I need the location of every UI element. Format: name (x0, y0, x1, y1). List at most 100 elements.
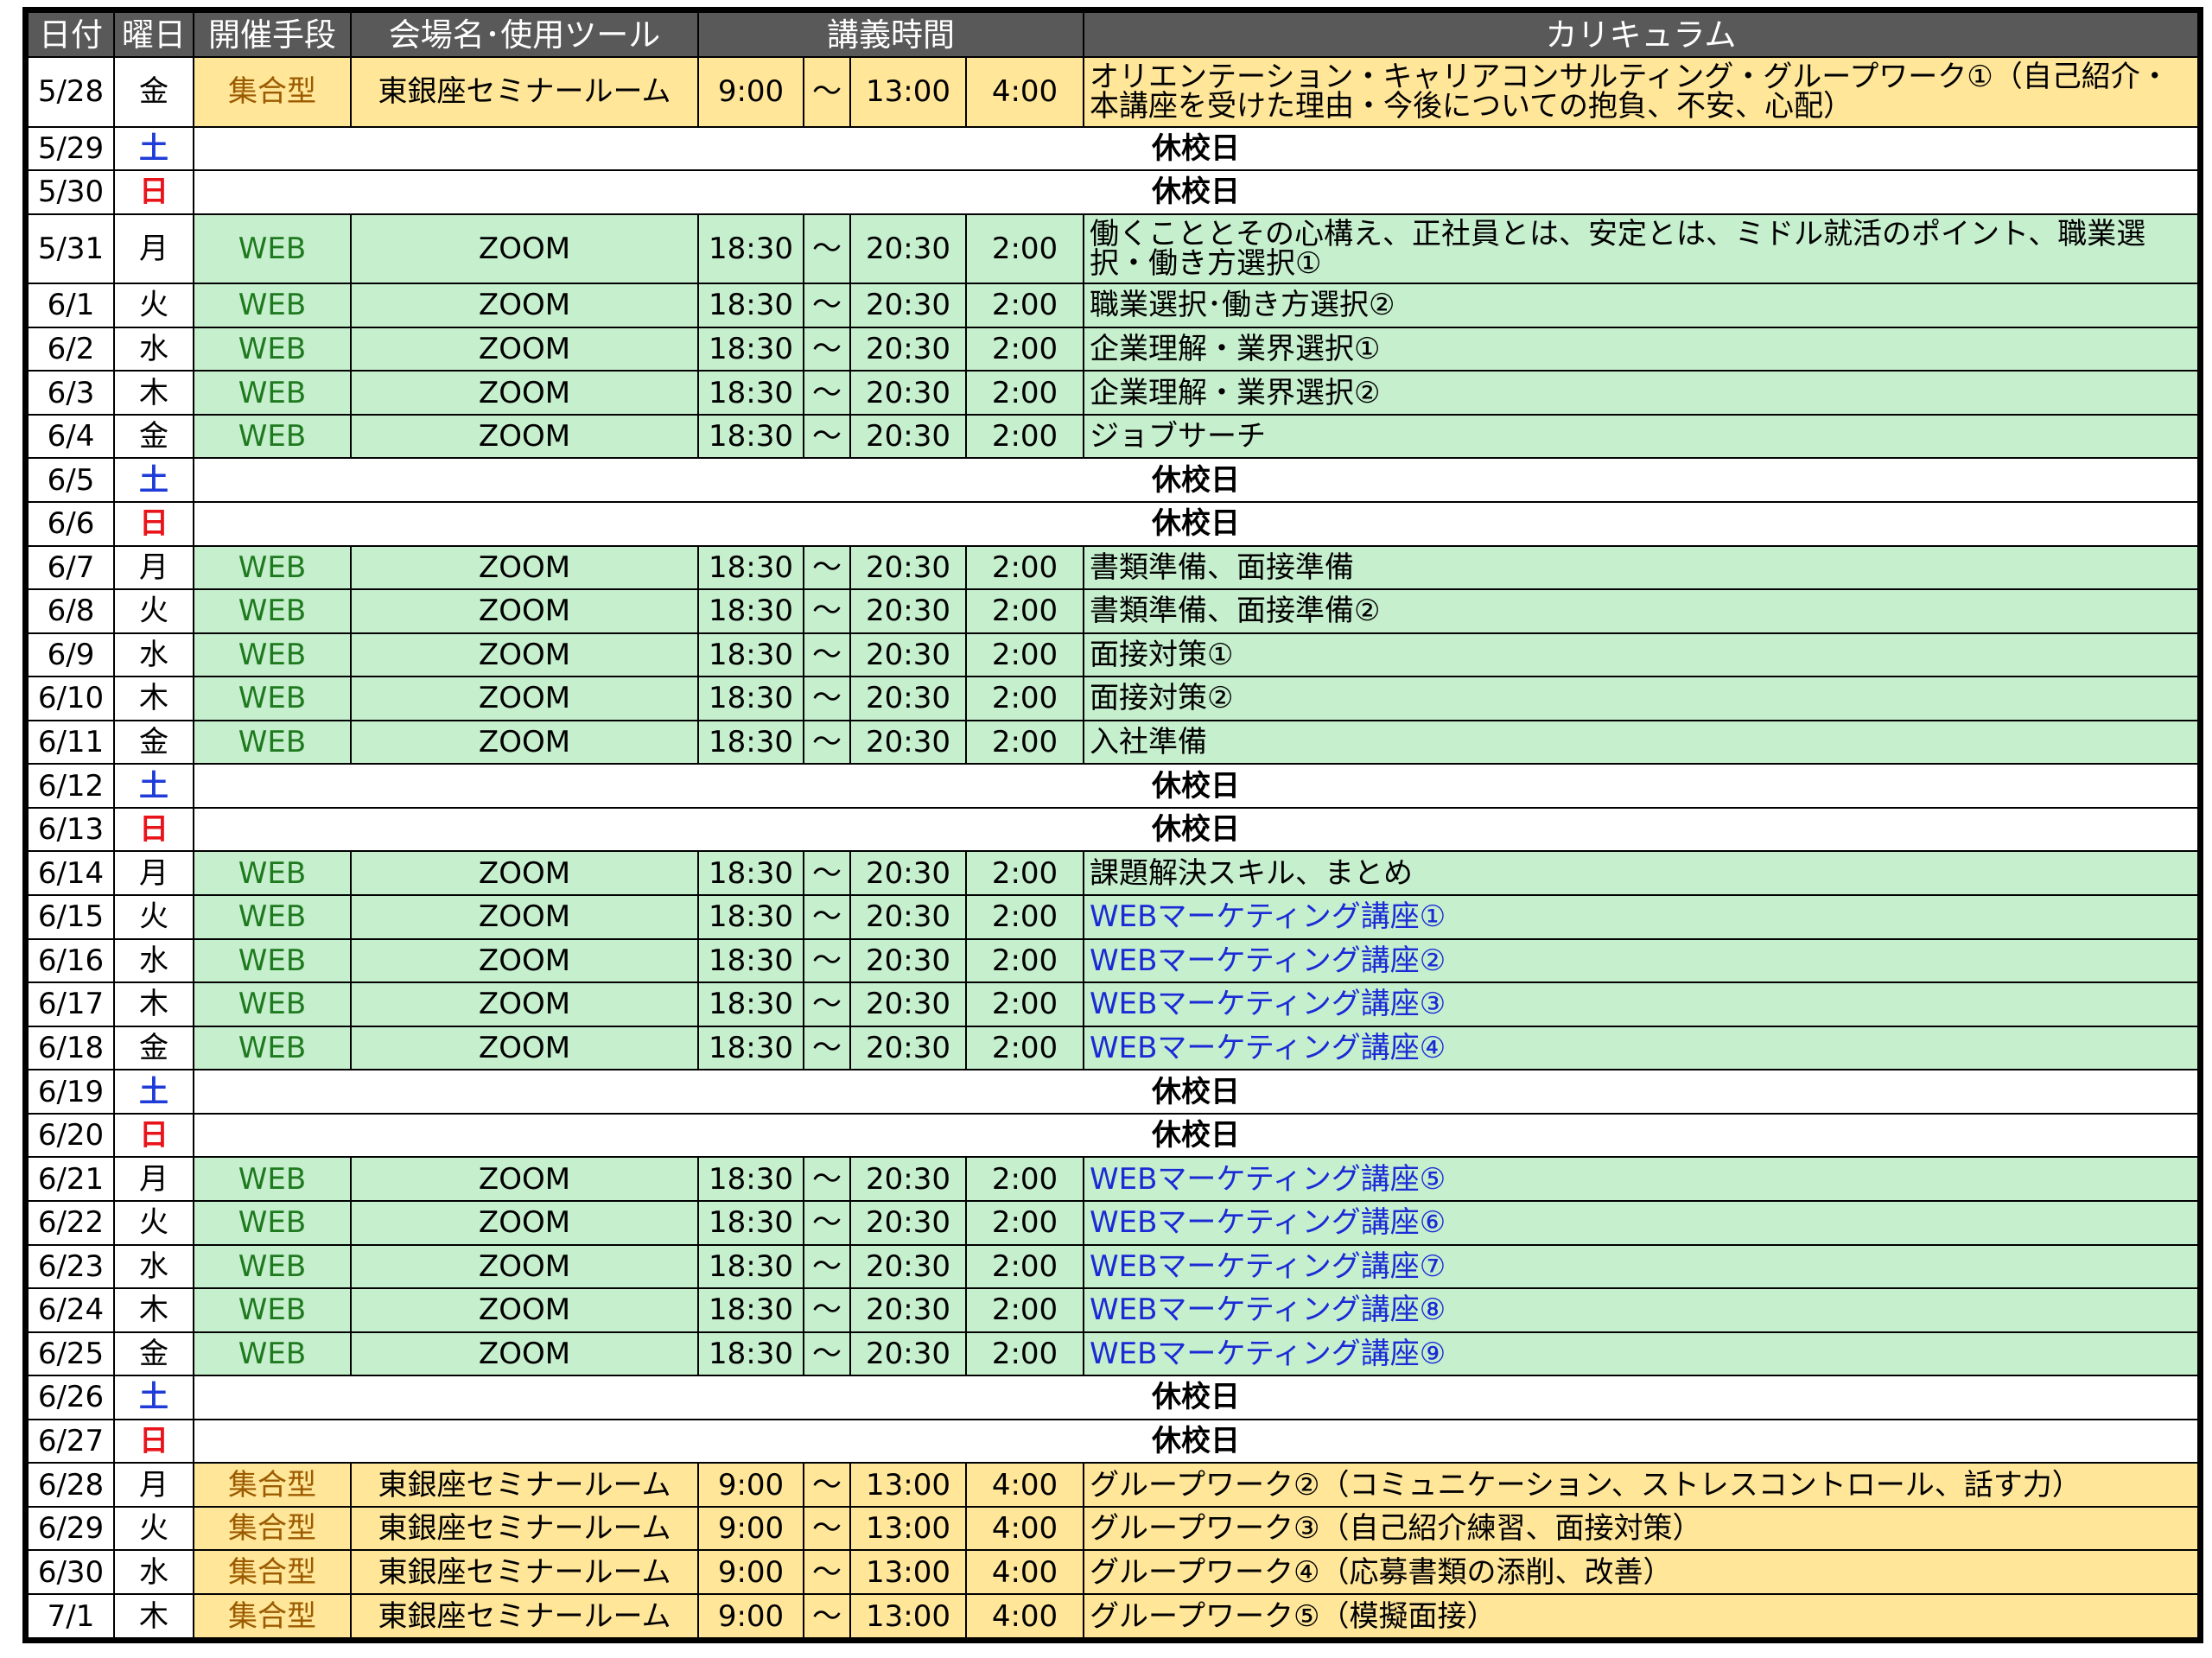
method-cell: WEB (193, 1156, 352, 1202)
header-time: 講義時間 (697, 11, 1084, 58)
start-time-cell: 18:30 (697, 283, 804, 328)
table-row: 6/14 月 WEB ZOOM 18:30 ～ 20:30 2:00 課題解決スキル、まとめ (27, 850, 2199, 896)
method-cell: WEB (193, 370, 352, 416)
start-time-cell: 18:30 (697, 894, 804, 940)
duration-cell: 2:00 (965, 544, 1084, 591)
date-cell: 6/6 (27, 500, 115, 547)
date-cell: 5/31 (27, 213, 115, 285)
start-time-cell: 9:00 (697, 1462, 804, 1508)
method-cell: WEB (193, 850, 352, 896)
date-cell: 6/25 (27, 1331, 115, 1377)
date-cell: 6/27 (27, 1418, 115, 1464)
venue-cell: 東銀座セミナールーム (350, 1593, 699, 1639)
table-row: 6/10 木 WEB ZOOM 18:30 ～ 20:30 2:00 面接対策② (27, 676, 2199, 721)
day-cell: 月 (113, 850, 194, 896)
day-cell: 火 (113, 283, 194, 328)
method-cell: WEB (193, 1025, 352, 1071)
curriculum-cell: 課題解決スキル、まとめ (1083, 850, 2199, 896)
method-cell: WEB (193, 1199, 352, 1246)
table-row: 5/31 月 WEB ZOOM 18:30 ～ 20:30 2:00 働くこととその心構え、正社… (27, 213, 2199, 285)
end-time-cell: 20:30 (849, 544, 967, 591)
end-time-cell: 13:00 (849, 1505, 967, 1552)
start-time-cell: 18:30 (697, 213, 804, 285)
duration-cell: 2:00 (965, 676, 1084, 721)
start-time-cell: 18:30 (697, 1287, 804, 1333)
header-date: 日付 (27, 11, 115, 58)
method-cell: WEB (193, 1287, 352, 1333)
end-time-cell: 20:30 (849, 1287, 967, 1333)
venue-cell: ZOOM (350, 413, 699, 460)
duration-cell: 2:00 (965, 981, 1084, 1027)
curriculum-cell: WEBマーケティング講座⑥ (1083, 1199, 2199, 1246)
time-separator-cell: ～ (803, 213, 851, 285)
venue-cell: ZOOM (350, 1287, 699, 1333)
table-row: 6/28 月集合型 東銀座セミナールーム 9:00 ～ 13:00 4:00 グループワーク②… (27, 1462, 2199, 1508)
duration-cell: 2:00 (965, 850, 1084, 896)
curriculum-cell: 企業理解・業界選択② (1083, 370, 2199, 416)
curriculum-cell: 職業選択･働き方選択② (1083, 283, 2199, 328)
table-row: 6/5 土休校日 (27, 457, 2199, 503)
holiday-cell: 休校日 (193, 1069, 2199, 1115)
time-separator-cell: ～ (803, 850, 851, 896)
end-time-cell: 20:30 (849, 1199, 967, 1246)
date-cell: 6/23 (27, 1243, 115, 1290)
date-cell: 6/26 (27, 1375, 115, 1420)
method-cell: WEB (193, 894, 352, 940)
time-separator-cell: ～ (803, 894, 851, 940)
date-cell: 6/30 (27, 1549, 115, 1595)
curriculum-cell: 書類準備、面接準備② (1083, 588, 2199, 634)
time-separator-cell: ～ (803, 676, 851, 721)
method-cell: 集合型 (193, 1505, 352, 1552)
table-row: 6/24 木 WEB ZOOM 18:30 ～ 20:30 2:00 WEBマーケティング講座⑧ (27, 1287, 2199, 1333)
table-row: 6/22 火 WEB ZOOM 18:30 ～ 20:30 2:00 WEBマーケティング講座⑥ (27, 1199, 2199, 1246)
duration-cell: 2:00 (965, 1287, 1084, 1333)
venue-cell: ZOOM (350, 370, 699, 416)
table-row: 6/12 土休校日 (27, 763, 2199, 809)
end-time-cell: 20:30 (849, 213, 967, 285)
venue-cell: ZOOM (350, 213, 699, 285)
end-time-cell: 20:30 (849, 676, 967, 721)
curriculum-cell: WEBマーケティング講座⑦ (1083, 1243, 2199, 1290)
duration-cell: 2:00 (965, 283, 1084, 328)
holiday-cell: 休校日 (193, 169, 2199, 215)
table-row: 5/29 土休校日 (27, 125, 2199, 172)
date-cell: 6/11 (27, 719, 115, 765)
curriculum-cell: 入社準備 (1083, 719, 2199, 765)
curriculum-cell: WEBマーケティング講座⑤ (1083, 1156, 2199, 1202)
venue-cell: ZOOM (350, 326, 699, 372)
start-time-cell: 18:30 (697, 1331, 804, 1377)
end-time-cell: 20:30 (849, 1025, 967, 1071)
time-separator-cell: ～ (803, 1243, 851, 1290)
time-separator-cell: ～ (803, 588, 851, 634)
holiday-cell: 休校日 (193, 763, 2199, 809)
header-venue: 会場名･使用ツール (350, 11, 699, 58)
table-row: 6/7 月 WEB ZOOM 18:30 ～ 20:30 2:00 書類準備、面接準備 (27, 544, 2199, 591)
table-row: 6/6 日休校日 (27, 500, 2199, 547)
schedule-body: 5/28 金集合型 東銀座セミナールーム 9:00 ～ 13:00 4:00 オリエンテーショ… (27, 56, 2199, 1639)
table-row: 6/4 金 WEB ZOOM 18:30 ～ 20:30 2:00 ジョブサーチ (27, 413, 2199, 460)
time-separator-cell: ～ (803, 1549, 851, 1595)
date-cell: 6/3 (27, 370, 115, 416)
method-cell: WEB (193, 676, 352, 721)
table-row: 6/18 金 WEB ZOOM 18:30 ～ 20:30 2:00 WEBマーケティング講座④ (27, 1025, 2199, 1071)
method-cell: WEB (193, 981, 352, 1027)
table-row: 6/17 木 WEB ZOOM 18:30 ～ 20:30 2:00 WEBマーケティング講座③ (27, 981, 2199, 1027)
venue-cell: ZOOM (350, 1331, 699, 1377)
date-cell: 6/10 (27, 676, 115, 721)
end-time-cell: 20:30 (849, 588, 967, 634)
date-cell: 6/5 (27, 457, 115, 503)
method-cell: WEB (193, 719, 352, 765)
table-row: 7/1 木集合型 東銀座セミナールーム 9:00 ～ 13:00 4:00 グループワーク⑤（… (27, 1593, 2199, 1639)
date-cell: 6/21 (27, 1156, 115, 1202)
date-cell: 6/13 (27, 806, 115, 853)
day-cell: 木 (113, 676, 194, 721)
day-cell: 火 (113, 1199, 194, 1246)
duration-cell: 4:00 (965, 1505, 1084, 1552)
table-row: 6/29 火集合型 東銀座セミナールーム 9:00 ～ 13:00 4:00 グループワーク③… (27, 1505, 2199, 1552)
venue-cell: ZOOM (350, 981, 699, 1027)
method-cell: WEB (193, 1243, 352, 1290)
day-cell: 土 (113, 125, 194, 172)
table-row: 5/30 日休校日 (27, 169, 2199, 215)
duration-cell: 2:00 (965, 1331, 1084, 1377)
header-curriculum: カリキュラム (1083, 11, 2199, 58)
